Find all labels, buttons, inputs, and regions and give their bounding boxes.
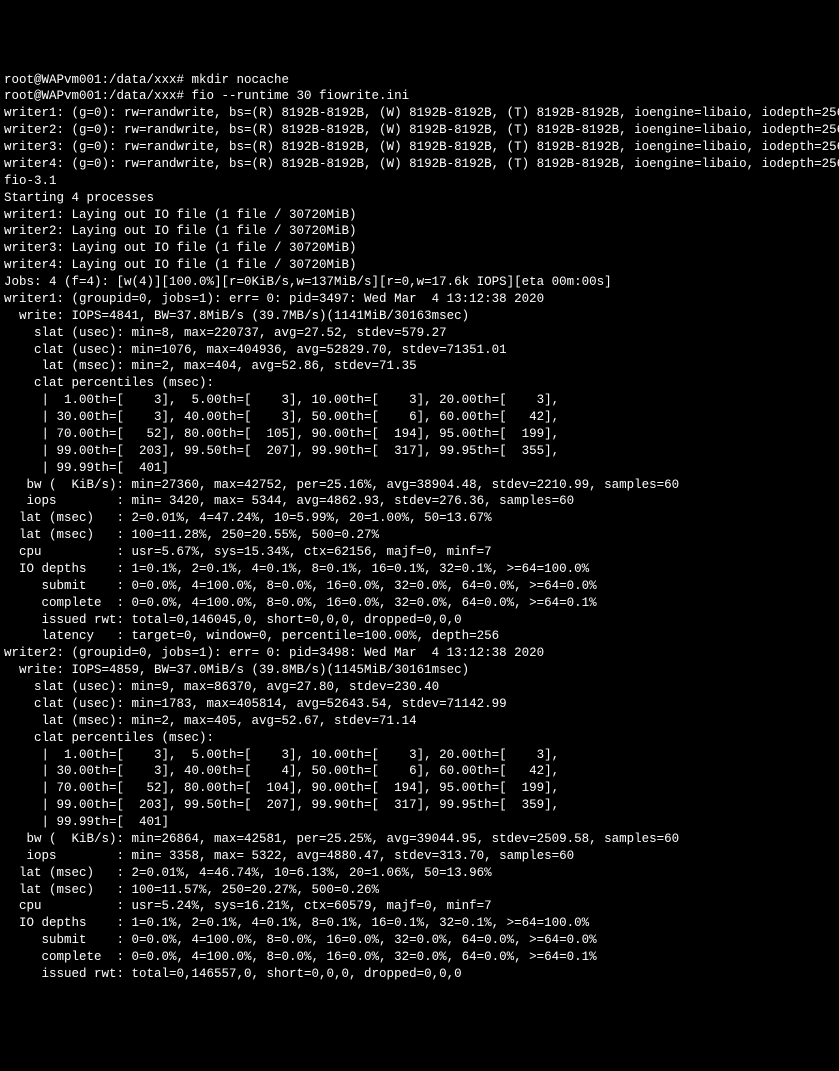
terminal-line: writer1: (g=0): rw=randwrite, bs=(R) 819… — [4, 105, 835, 122]
terminal-line: write: IOPS=4859, BW=37.0MiB/s (39.8MB/s… — [4, 662, 835, 679]
terminal-line: root@WAPvm001:/data/xxx# mkdir nocache — [4, 72, 835, 89]
terminal-line: issued rwt: total=0,146045,0, short=0,0,… — [4, 612, 835, 629]
terminal-line: writer4: (g=0): rw=randwrite, bs=(R) 819… — [4, 156, 835, 173]
terminal-line: bw ( KiB/s): min=27360, max=42752, per=2… — [4, 477, 835, 494]
terminal-line: clat (usec): min=1076, max=404936, avg=5… — [4, 342, 835, 359]
terminal-line: | 1.00th=[ 3], 5.00th=[ 3], 10.00th=[ 3]… — [4, 392, 835, 409]
terminal-line: lat (msec) : 100=11.28%, 250=20.55%, 500… — [4, 527, 835, 544]
terminal-line: | 70.00th=[ 52], 80.00th=[ 104], 90.00th… — [4, 780, 835, 797]
terminal-line: lat (msec): min=2, max=404, avg=52.86, s… — [4, 358, 835, 375]
terminal-line: | 30.00th=[ 3], 40.00th=[ 3], 50.00th=[ … — [4, 409, 835, 426]
terminal-line: lat (msec) : 2=0.01%, 4=47.24%, 10=5.99%… — [4, 510, 835, 527]
terminal-line: writer1: Laying out IO file (1 file / 30… — [4, 207, 835, 224]
terminal-line: submit : 0=0.0%, 4=100.0%, 8=0.0%, 16=0.… — [4, 578, 835, 595]
terminal-line: IO depths : 1=0.1%, 2=0.1%, 4=0.1%, 8=0.… — [4, 561, 835, 578]
terminal-line: writer4: Laying out IO file (1 file / 30… — [4, 257, 835, 274]
terminal-line: Jobs: 4 (f=4): [w(4)][100.0%][r=0KiB/s,w… — [4, 274, 835, 291]
terminal-line: bw ( KiB/s): min=26864, max=42581, per=2… — [4, 831, 835, 848]
terminal-line: | 30.00th=[ 3], 40.00th=[ 4], 50.00th=[ … — [4, 763, 835, 780]
terminal-line: clat percentiles (msec): — [4, 730, 835, 747]
terminal-output: root@WAPvm001:/data/xxx# mkdir nocachero… — [4, 72, 835, 983]
terminal-line: complete : 0=0.0%, 4=100.0%, 8=0.0%, 16=… — [4, 595, 835, 612]
terminal-line: latency : target=0, window=0, percentile… — [4, 628, 835, 645]
terminal-line: writer3: Laying out IO file (1 file / 30… — [4, 240, 835, 257]
terminal-line: lat (msec) : 2=0.01%, 4=46.74%, 10=6.13%… — [4, 865, 835, 882]
terminal-line: writer2: (groupid=0, jobs=1): err= 0: pi… — [4, 645, 835, 662]
terminal-line: | 99.99th=[ 401] — [4, 814, 835, 831]
terminal-line: writer2: (g=0): rw=randwrite, bs=(R) 819… — [4, 122, 835, 139]
terminal-line: write: IOPS=4841, BW=37.8MiB/s (39.7MB/s… — [4, 308, 835, 325]
terminal-line: iops : min= 3358, max= 5322, avg=4880.47… — [4, 848, 835, 865]
terminal-line: | 1.00th=[ 3], 5.00th=[ 3], 10.00th=[ 3]… — [4, 747, 835, 764]
terminal-line: root@WAPvm001:/data/xxx# fio --runtime 3… — [4, 88, 835, 105]
terminal-line: Starting 4 processes — [4, 190, 835, 207]
terminal-line: clat percentiles (msec): — [4, 375, 835, 392]
terminal-line: writer3: (g=0): rw=randwrite, bs=(R) 819… — [4, 139, 835, 156]
terminal-line: lat (msec): min=2, max=405, avg=52.67, s… — [4, 713, 835, 730]
terminal-line: | 99.99th=[ 401] — [4, 460, 835, 477]
terminal-line: IO depths : 1=0.1%, 2=0.1%, 4=0.1%, 8=0.… — [4, 915, 835, 932]
terminal-line: | 70.00th=[ 52], 80.00th=[ 105], 90.00th… — [4, 426, 835, 443]
terminal-line: | 99.00th=[ 203], 99.50th=[ 207], 99.90t… — [4, 797, 835, 814]
terminal-line: slat (usec): min=8, max=220737, avg=27.5… — [4, 325, 835, 342]
terminal-line: lat (msec) : 100=11.57%, 250=20.27%, 500… — [4, 882, 835, 899]
terminal-line: slat (usec): min=9, max=86370, avg=27.80… — [4, 679, 835, 696]
terminal-line: fio-3.1 — [4, 173, 835, 190]
terminal-line: | 99.00th=[ 203], 99.50th=[ 207], 99.90t… — [4, 443, 835, 460]
terminal-line: iops : min= 3420, max= 5344, avg=4862.93… — [4, 493, 835, 510]
terminal-line: cpu : usr=5.24%, sys=16.21%, ctx=60579, … — [4, 898, 835, 915]
terminal-line: issued rwt: total=0,146557,0, short=0,0,… — [4, 966, 835, 983]
terminal-line: cpu : usr=5.67%, sys=15.34%, ctx=62156, … — [4, 544, 835, 561]
terminal-line: complete : 0=0.0%, 4=100.0%, 8=0.0%, 16=… — [4, 949, 835, 966]
terminal-line: writer1: (groupid=0, jobs=1): err= 0: pi… — [4, 291, 835, 308]
terminal-line: clat (usec): min=1783, max=405814, avg=5… — [4, 696, 835, 713]
terminal-line: submit : 0=0.0%, 4=100.0%, 8=0.0%, 16=0.… — [4, 932, 835, 949]
terminal-line: writer2: Laying out IO file (1 file / 30… — [4, 223, 835, 240]
